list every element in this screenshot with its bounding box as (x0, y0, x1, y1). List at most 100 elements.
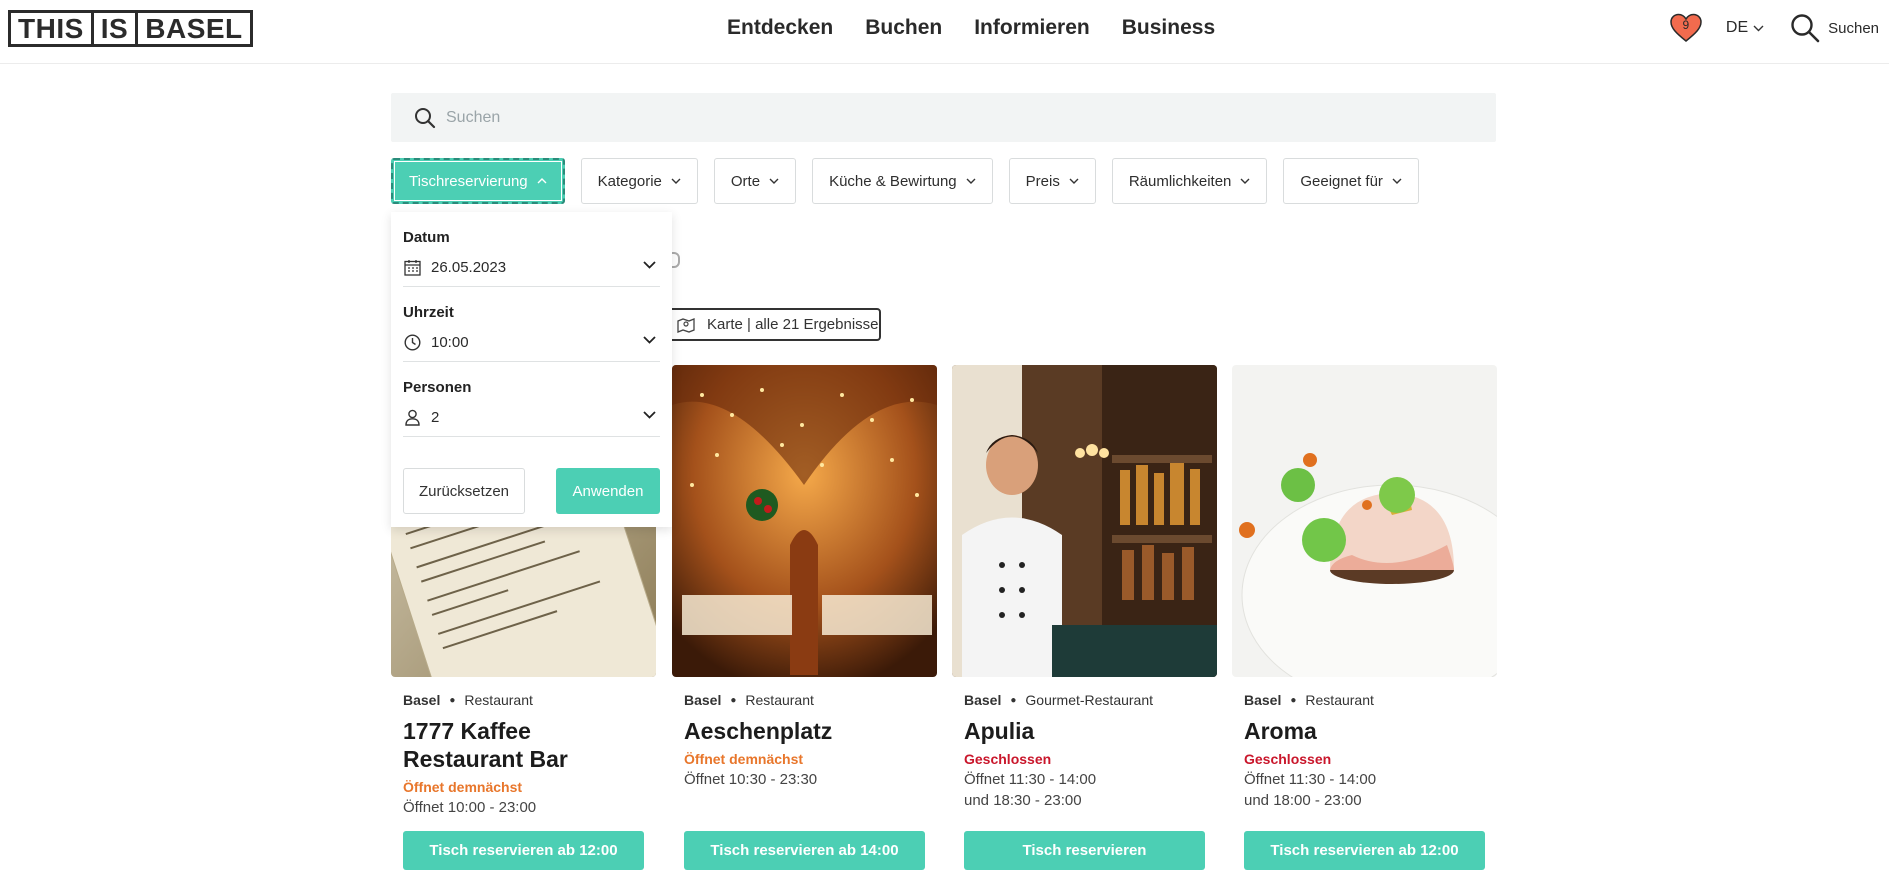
restaurant-photo[interactable] (672, 365, 937, 677)
reserve-table-button[interactable]: Tisch reservieren ab 12:00 (403, 831, 644, 870)
filter-raeumlichkeiten[interactable]: Räumlichkeiten (1111, 158, 1268, 204)
filter-label: Tischreservierung (409, 172, 528, 190)
card-hours: Öffnet 11:30 - 14:00 (1244, 771, 1377, 788)
site-header: THIS IS BASEL Entdecken Buchen Informier… (0, 0, 1889, 64)
separator-dot: ● (449, 694, 456, 706)
card-title[interactable]: Aroma (1232, 717, 1497, 745)
language-label: DE (1725, 19, 1749, 36)
filter-label: Räumlichkeiten (1128, 172, 1232, 190)
reservation-dropdown: Datum 26.05.2023 Uhrzeit 10:00 Personen … (391, 212, 672, 527)
logo-word: BASEL (135, 13, 249, 44)
map-button-label: Karte | alle 21 Ergebnisse (707, 316, 879, 333)
card-status: Geschlossen (964, 751, 1052, 767)
card-title[interactable]: Aeschenplatz (672, 717, 937, 745)
clock-icon (403, 334, 421, 352)
map-view-button[interactable]: Karte | alle 21 Ergebnisse (663, 308, 881, 341)
result-card[interactable]: Basel ● Restaurant Aeschenplatz Öffnet d… (672, 365, 937, 870)
time-select[interactable]: 10:00 (403, 324, 660, 362)
filter-preis[interactable]: Preis (1008, 158, 1096, 204)
card-status: Öffnet demnächst (403, 779, 523, 795)
card-hours: Öffnet 10:00 - 23:00 (403, 799, 537, 816)
result-card[interactable]: Basel ● Restaurant Aroma Geschlossen Öff… (1232, 365, 1497, 870)
card-hours: Öffnet 11:30 - 14:00 (964, 771, 1097, 788)
chevron-down-icon (1392, 178, 1402, 184)
reserve-table-button[interactable]: Tisch reservieren (964, 831, 1205, 870)
filter-tischreservierung[interactable]: Tischreservierung (391, 158, 565, 204)
header-search-label: Suchen (1828, 19, 1879, 37)
filter-label: Orte (730, 172, 761, 190)
favorites-button[interactable]: 9 (1670, 13, 1702, 43)
card-city: Basel (403, 692, 441, 708)
restaurant-photo[interactable] (952, 365, 1217, 677)
chevron-down-icon (1240, 178, 1250, 184)
card-status: Geschlossen (1244, 751, 1332, 767)
nav-business[interactable]: Business (1122, 14, 1215, 41)
date-label: Datum (403, 229, 450, 246)
card-title[interactable]: 1777 Kaffee Restaurant Bar (391, 717, 656, 773)
language-selector[interactable]: DE (1726, 19, 1764, 37)
filter-label: Kategorie (597, 172, 662, 190)
filter-label: Preis (1025, 172, 1060, 190)
chevron-down-icon (643, 261, 656, 269)
apply-button[interactable]: Anwenden (556, 468, 660, 514)
separator-dot: ● (1010, 694, 1017, 706)
card-category: Gourmet-Restaurant (1025, 692, 1154, 708)
card-category: Restaurant (1305, 692, 1374, 708)
filter-label: Küche & Bewirtung (829, 172, 957, 190)
card-status: Öffnet demnächst (684, 751, 804, 767)
chevron-up-icon (537, 178, 547, 184)
time-value: 10:00 (431, 334, 469, 351)
filter-kueche-bewirtung[interactable]: Küche & Bewirtung (812, 158, 993, 204)
card-hours: und 18:30 - 23:00 (964, 792, 1082, 809)
persons-value: 2 (431, 409, 440, 426)
card-city: Basel (964, 692, 1002, 708)
chevron-down-icon (1069, 178, 1079, 184)
card-title[interactable]: Apulia (952, 717, 1217, 745)
search-bar (391, 93, 1496, 142)
card-city: Basel (684, 692, 722, 708)
chevron-down-icon (966, 178, 976, 184)
reset-button[interactable]: Zurücksetzen (403, 468, 525, 514)
card-meta: Basel ● Restaurant (1232, 691, 1497, 709)
site-logo[interactable]: THIS IS BASEL (8, 10, 253, 47)
card-hours: und 18:00 - 23:00 (1244, 792, 1362, 809)
logo-word: IS (90, 13, 135, 44)
card-category: Restaurant (745, 692, 814, 708)
persons-label: Personen (403, 379, 472, 396)
result-card[interactable]: Basel ● Gourmet-Restaurant Apulia Geschl… (952, 365, 1217, 870)
calendar-icon (403, 259, 421, 277)
search-icon (415, 107, 436, 128)
chevron-down-icon (769, 178, 779, 184)
date-select[interactable]: 26.05.2023 (403, 249, 660, 287)
header-search-button[interactable]: Suchen (1790, 13, 1879, 43)
filter-label: Geeignet für (1300, 172, 1383, 190)
separator-dot: ● (1290, 694, 1297, 706)
card-hours: Öffnet 10:30 - 23:30 (684, 771, 818, 788)
separator-dot: ● (730, 694, 737, 706)
reserve-table-button[interactable]: Tisch reservieren ab 12:00 (1244, 831, 1485, 870)
restaurant-photo[interactable] (1232, 365, 1497, 677)
chevron-down-icon (643, 411, 656, 419)
panel-actions: Zurücksetzen Anwenden (403, 468, 660, 514)
nav-entdecken[interactable]: Entdecken (727, 14, 833, 41)
nav-informieren[interactable]: Informieren (974, 14, 1090, 41)
nav-buchen[interactable]: Buchen (865, 14, 942, 41)
search-input[interactable] (446, 108, 1346, 127)
card-meta: Basel ● Restaurant (672, 691, 937, 709)
map-icon (677, 317, 695, 333)
persons-select[interactable]: 2 (403, 399, 660, 437)
card-meta: Basel ● Gourmet-Restaurant (952, 691, 1217, 709)
card-city: Basel (1244, 692, 1282, 708)
chevron-down-icon (671, 178, 681, 184)
filter-geeignet-fuer[interactable]: Geeignet für (1283, 158, 1419, 204)
header-actions: 9 DE Suchen (1670, 12, 1879, 44)
reserve-table-button[interactable]: Tisch reservieren ab 14:00 (684, 831, 925, 870)
search-icon (1791, 14, 1820, 43)
filter-orte[interactable]: Orte (713, 158, 797, 204)
card-category: Restaurant (464, 692, 533, 708)
favorites-count: 9 (1682, 18, 1690, 32)
date-value: 26.05.2023 (431, 259, 507, 276)
filter-kategorie[interactable]: Kategorie (580, 158, 698, 204)
logo-word: THIS (18, 13, 84, 44)
card-meta: Basel ● Restaurant (391, 691, 656, 709)
